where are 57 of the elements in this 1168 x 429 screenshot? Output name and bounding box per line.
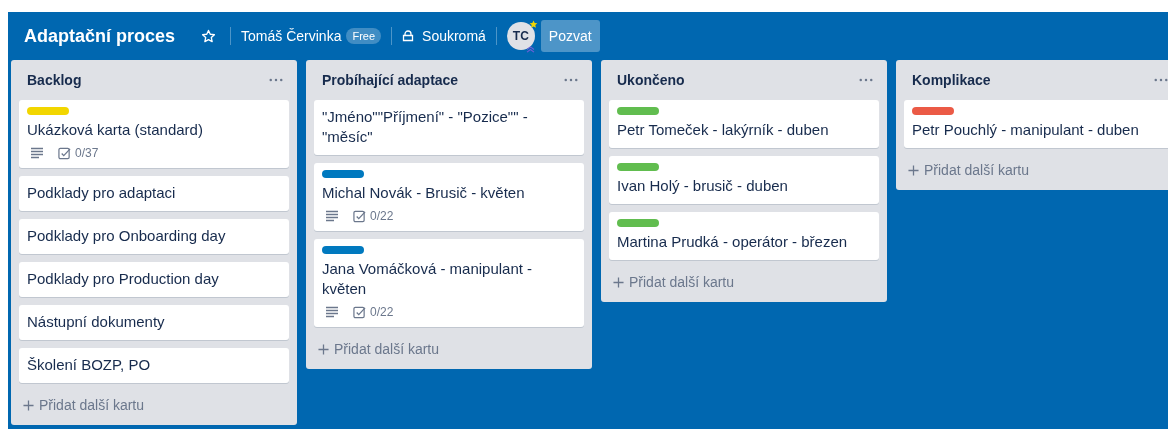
- card-title: Podklady pro Onboarding day: [27, 226, 226, 246]
- card[interactable]: Podklady pro Production day: [19, 262, 289, 297]
- add-card-button[interactable]: Přidat další kartu: [19, 383, 149, 417]
- plan-badge: Free: [346, 28, 382, 44]
- card-title: Jana Vomáčková - manipulant - květen: [322, 259, 534, 299]
- add-card-button[interactable]: Přidat další kartu: [314, 327, 444, 361]
- checklist-count: 0/37: [75, 146, 99, 160]
- more-icon[interactable]: [859, 78, 873, 82]
- card-title: Petr Pouchlý - manipulant - duben: [912, 120, 1139, 140]
- team-button[interactable]: Tomáš Červinka: [241, 28, 342, 44]
- chevron-icon: [525, 46, 535, 53]
- star-icon[interactable]: [201, 28, 217, 44]
- card[interactable]: Jana Vomáčková - manipulant - květen 0/22: [314, 239, 584, 327]
- plus-icon: [908, 164, 919, 176]
- more-icon[interactable]: [564, 78, 578, 82]
- visibility-button[interactable]: Soukromá: [422, 28, 486, 44]
- card-title: Ukázková karta (standard): [27, 120, 203, 140]
- card[interactable]: Ukázková karta (standard) 0/37: [19, 100, 289, 168]
- add-card-button[interactable]: Přidat další kartu: [904, 148, 1034, 182]
- card[interactable]: Martina Prudká - operátor - březen: [609, 212, 879, 260]
- card[interactable]: Petr Pouchlý - manipulant - duben: [904, 100, 1168, 148]
- card[interactable]: Ivan Holý - brusič - duben: [609, 156, 879, 204]
- more-icon[interactable]: [1154, 78, 1168, 82]
- add-card-button[interactable]: Přidat další kartu: [609, 260, 739, 294]
- card-title: Ivan Holý - brusič - duben: [617, 176, 788, 196]
- list-title[interactable]: Probíhající adaptace: [322, 72, 459, 88]
- star-badge-icon: [528, 20, 538, 29]
- plus-icon: [23, 399, 34, 411]
- card-title: Nástupní dokumenty: [27, 312, 165, 332]
- card[interactable]: "Jméno""Příjmení" - "Pozice"" - "měsíc": [314, 100, 584, 155]
- checklist-icon: [353, 305, 366, 319]
- card[interactable]: Školení BOZP, PO: [19, 348, 289, 383]
- card-title: Martina Prudká - operátor - březen: [617, 232, 848, 252]
- list-title[interactable]: Backlog: [27, 72, 82, 88]
- card[interactable]: Podklady pro adaptaci: [19, 176, 289, 211]
- card[interactable]: Michal Novák - Brusič - květen 0/22: [314, 163, 584, 231]
- checklist-icon: [353, 209, 366, 223]
- card-title: "Jméno""Příjmení" - "Pozice"" - "měsíc": [322, 107, 529, 147]
- plus-icon: [613, 276, 624, 288]
- card-title: Petr Tomeček - lakýrník - duben: [617, 120, 829, 140]
- board-title[interactable]: Adaptační proces: [24, 25, 176, 47]
- lock-icon: [402, 30, 415, 42]
- plus-icon: [318, 343, 329, 355]
- checklist-icon: [58, 146, 71, 160]
- list-title[interactable]: Komplikace: [912, 72, 991, 88]
- card-title: Školení BOZP, PO: [27, 355, 151, 375]
- card[interactable]: Podklady pro Onboarding day: [19, 219, 289, 254]
- checklist-count: 0/22: [370, 305, 394, 319]
- card-title: Podklady pro Production day: [27, 269, 219, 289]
- more-icon[interactable]: [269, 78, 283, 82]
- checklist-count: 0/22: [370, 209, 394, 223]
- card[interactable]: Petr Tomeček - lakýrník - duben: [609, 100, 879, 148]
- list-title[interactable]: Ukončeno: [617, 72, 685, 88]
- card-title: Michal Novák - Brusič - květen: [322, 183, 525, 203]
- card[interactable]: Nástupní dokumenty: [19, 305, 289, 340]
- avatar[interactable]: TC: [506, 22, 535, 50]
- card-title: Podklady pro adaptaci: [27, 183, 176, 203]
